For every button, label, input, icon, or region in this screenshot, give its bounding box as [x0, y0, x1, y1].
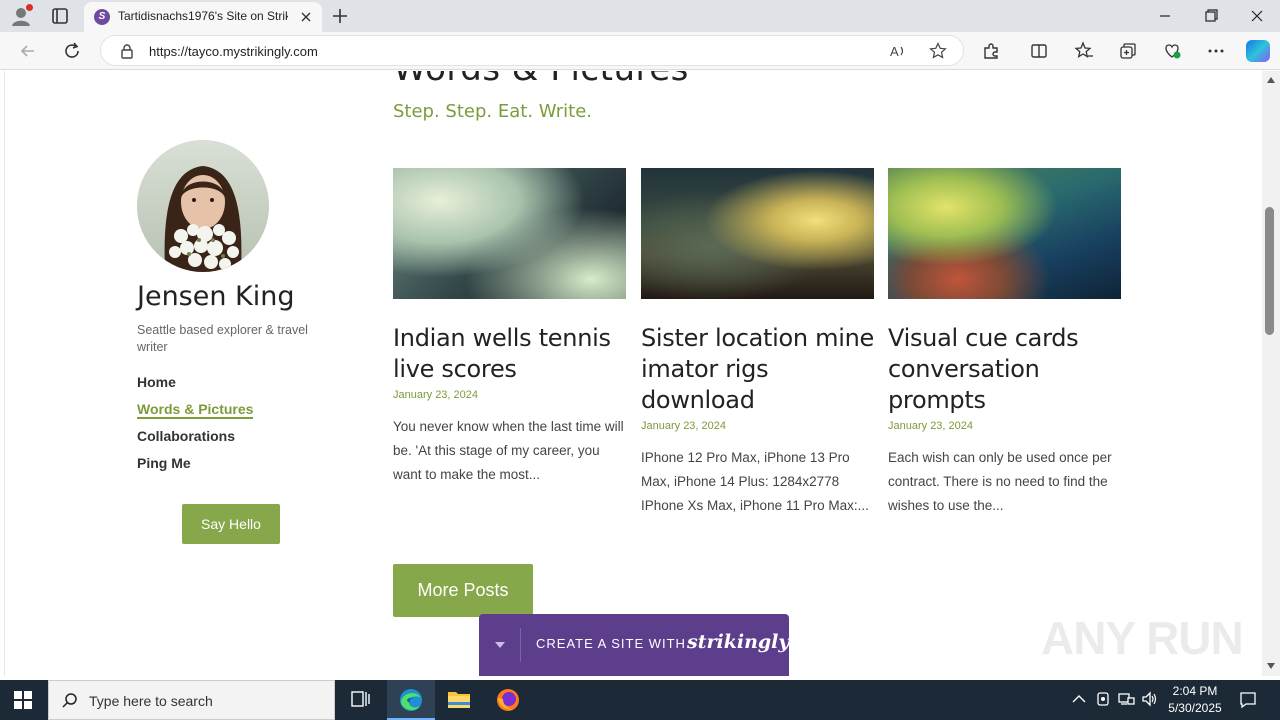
blog-post-card[interactable]: Sister location mine imator rigs downloa…: [641, 168, 874, 518]
nav-item-words-pictures[interactable]: Words & Pictures: [137, 400, 254, 427]
strikingly-logo: strikingly: [687, 631, 790, 653]
notification-dot: [26, 4, 33, 11]
section-title: Words & Pictures: [393, 71, 689, 89]
tray-device-icon[interactable]: [1094, 690, 1112, 708]
copilot-icon[interactable]: [1246, 40, 1270, 62]
taskbar-search-box[interactable]: Type here to search: [48, 680, 335, 720]
edge-taskbar-icon[interactable]: [387, 680, 435, 720]
nav-item-label: Ping Me: [137, 455, 191, 471]
banner-text: CREATE A SITE WITH: [536, 636, 686, 651]
strikingly-banner[interactable]: CREATE A SITE WITH strikingly: [479, 614, 789, 676]
avatar: [137, 140, 269, 272]
nav-item-label: Home: [137, 374, 176, 390]
read-aloud-icon[interactable]: A: [889, 42, 907, 60]
windows-start-icon[interactable]: [14, 691, 32, 709]
split-screen-icon[interactable]: [1029, 41, 1049, 61]
scroll-up-arrow-icon[interactable]: [1267, 77, 1275, 83]
section-subtitle: Step. Step. Eat. Write.: [393, 101, 593, 122]
nav-item-label: Collaborations: [137, 428, 236, 444]
post-thumbnail[interactable]: [393, 168, 626, 299]
post-excerpt: You never know when the last time will b…: [393, 419, 624, 482]
tab-title: Tartidisnachs1976's Site on Strikingly: [118, 9, 288, 23]
firefox-icon[interactable]: [484, 680, 532, 720]
nav-item-collaborations[interactable]: Collaborations: [137, 427, 253, 454]
post-thumbnail[interactable]: [888, 168, 1121, 299]
back-arrow-icon[interactable]: [18, 41, 38, 61]
minimize-icon[interactable]: [1154, 6, 1176, 26]
clock-time: 2:04 PM: [1172, 684, 1218, 698]
svg-text:A: A: [890, 44, 899, 59]
new-tab-icon[interactable]: [330, 6, 350, 26]
browser-tab-bar: S Tartidisnachs1976's Site on Strikingly: [0, 0, 1280, 32]
post-title[interactable]: Sister location mine imator rigs downloa…: [641, 323, 874, 416]
notification-center-icon[interactable]: [1238, 690, 1258, 710]
blog-post-card[interactable]: Visual cue cards conversation prompts Ja…: [888, 168, 1121, 518]
url-text[interactable]: https://tayco.mystrikingly.com: [149, 44, 318, 59]
nav-item-home[interactable]: Home: [137, 373, 253, 400]
post-thumbnail[interactable]: [641, 168, 874, 299]
file-explorer-icon[interactable]: [435, 680, 483, 720]
favorite-star-icon[interactable]: [929, 42, 947, 60]
profile-name: Jensen King: [137, 281, 295, 312]
extensions-icon[interactable]: [981, 41, 1001, 61]
profile-icon[interactable]: [10, 4, 33, 27]
tray-chevron-up-icon[interactable]: [1070, 690, 1088, 708]
volume-icon[interactable]: [1141, 690, 1159, 708]
blog-post-card[interactable]: Indian wells tennis live scores January …: [393, 168, 626, 487]
say-hello-button[interactable]: Say Hello: [182, 504, 280, 544]
nav-item-ping-me[interactable]: Ping Me: [137, 454, 253, 481]
browser-essentials-icon[interactable]: [1162, 41, 1182, 61]
collapse-caret-icon[interactable]: [495, 642, 505, 648]
sidebar-nav: Home Words & Pictures Collaborations Pin…: [137, 373, 254, 481]
tab-close-icon[interactable]: [298, 9, 314, 25]
tab-actions-icon[interactable]: [50, 6, 70, 26]
search-icon: [61, 692, 79, 710]
browser-nav-bar: https://tayco.mystrikingly.com A: [0, 32, 1280, 70]
network-icon[interactable]: [1117, 690, 1135, 708]
post-title[interactable]: Visual cue cards conversation prompts: [888, 323, 1121, 416]
anyrun-watermark: ANY RUN: [1041, 612, 1244, 664]
lock-icon[interactable]: [119, 43, 135, 59]
strikingly-favicon-icon: S: [94, 9, 110, 25]
clock-date: 5/30/2025: [1168, 701, 1222, 715]
windows-taskbar: Type here to search 2:04 PM 5/30/2025: [0, 680, 1280, 720]
page-viewport: Words & Pictures Step. Step. Eat. Write.…: [4, 71, 1262, 676]
address-bar[interactable]: https://tayco.mystrikingly.com A: [100, 35, 964, 66]
nav-item-label: Words & Pictures: [137, 401, 254, 419]
post-date: January 23, 2024: [641, 420, 727, 432]
post-excerpt: IPhone 12 Pro Max, iPhone 13 Pro Max, iP…: [641, 450, 869, 513]
restore-icon[interactable]: [1200, 6, 1222, 26]
more-posts-button[interactable]: More Posts: [393, 564, 533, 617]
post-date: January 23, 2024: [888, 420, 974, 432]
scrollbar-thumb[interactable]: [1265, 207, 1274, 335]
task-view-icon[interactable]: [336, 680, 384, 720]
post-date: January 23, 2024: [393, 389, 479, 401]
favorites-icon[interactable]: [1074, 41, 1094, 61]
close-window-icon[interactable]: [1246, 6, 1268, 26]
banner-divider: [520, 628, 521, 662]
browser-tab-active[interactable]: S Tartidisnachs1976's Site on Strikingly: [84, 2, 322, 32]
profile-tagline: Seattle based explorer & travel writer: [137, 323, 308, 354]
scroll-down-arrow-icon[interactable]: [1267, 663, 1275, 669]
taskbar-clock[interactable]: 2:04 PM 5/30/2025: [1164, 683, 1226, 717]
refresh-icon[interactable]: [62, 41, 82, 61]
collections-icon[interactable]: [1118, 41, 1138, 61]
search-placeholder: Type here to search: [89, 693, 213, 709]
more-menu-icon[interactable]: [1206, 41, 1226, 61]
post-title[interactable]: Indian wells tennis live scores: [393, 323, 626, 385]
post-excerpt: Each wish can only be used once per cont…: [888, 450, 1112, 513]
page-scrollbar[interactable]: [1262, 71, 1280, 676]
